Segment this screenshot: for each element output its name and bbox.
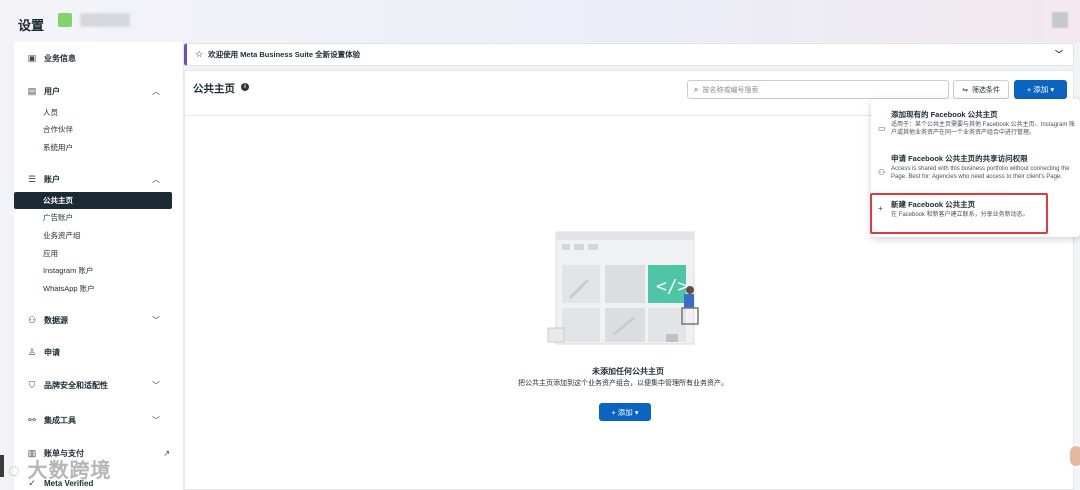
sidebar-item-label: 集成工具 xyxy=(44,415,76,425)
banner-text: 欢迎使用 Meta Business Suite 全新设置体验 xyxy=(208,50,361,59)
support-avatar[interactable] xyxy=(1068,444,1080,468)
sidebar-subitem-people[interactable]: 人员 xyxy=(14,104,172,121)
user-avatar[interactable] xyxy=(1052,12,1068,28)
sidebar-subitem-ad-accounts[interactable]: 广告账户 xyxy=(14,209,172,226)
empty-state-illustration: </> xyxy=(547,231,699,345)
business-name-blurred[interactable] xyxy=(80,13,130,27)
filter-label: 筛选条件 xyxy=(971,86,1000,94)
chevron-up-icon: ︿ xyxy=(152,86,160,96)
menu-item-description: 适用于：某个公共主页需要与其他 Facebook 公共主页、Instagram … xyxy=(891,122,1076,136)
sidebar-subitem-whatsapp[interactable]: WhatsApp 账户 xyxy=(14,280,172,297)
chevron-up-icon: ︿ xyxy=(152,174,160,184)
add-label: 添加 xyxy=(617,407,633,417)
people-icon: ⚇ xyxy=(878,168,886,177)
sidebar-subitem-apps[interactable]: 应用 xyxy=(14,245,172,262)
sidebar-item-integrations[interactable]: ⚯ 集成工具 ﹀ xyxy=(14,407,184,433)
welcome-banner[interactable]: ☆ 欢迎使用 Meta Business Suite 全新设置体验 ﹀ xyxy=(184,43,1074,66)
sidebar-subitem-instagram[interactable]: Instagram 账户 xyxy=(14,262,172,279)
caret-down-icon: ▾ xyxy=(632,407,639,417)
watermark-text: 大数跨境 xyxy=(27,460,112,482)
page-header-title: 设置 xyxy=(18,18,45,33)
sidebar-subitem-partners[interactable]: 合作伙伴 xyxy=(14,121,172,138)
search-icon: ⌕ xyxy=(694,84,699,94)
filter-button[interactable]: ⇋ 筛选条件 xyxy=(953,80,1009,99)
chevron-down-icon: ﹀ xyxy=(152,315,160,325)
page-title: 公共主页 xyxy=(193,83,235,95)
left-edge-marker xyxy=(0,455,4,477)
empty-state-title: 未添加任何公共主页 xyxy=(592,367,664,376)
sidebar-subitem-system-users[interactable]: 系统用户 xyxy=(14,139,172,156)
sidebar-item-users[interactable]: ▤ 用户 ︿ xyxy=(14,78,184,104)
sidebar-subitem-business-asset-groups[interactable]: 业务资产组 xyxy=(14,227,172,244)
chevron-down-icon[interactable]: ﹀ xyxy=(1055,49,1063,60)
folder-icon: ▭ xyxy=(878,124,886,133)
sidebar-item-label: 数据源 xyxy=(44,315,68,325)
search-input[interactable]: ⌕ 按名称或编号搜索 xyxy=(687,80,949,99)
external-link-icon: ↗ xyxy=(163,448,170,458)
menu-item-title: 申请 Facebook 公共主页的共享访问权限 xyxy=(891,154,1028,163)
business-logo[interactable] xyxy=(58,13,72,27)
sidebar-item-label: 账户 xyxy=(44,174,60,184)
info-icon[interactable]: i xyxy=(241,83,249,91)
integrations-icon: ⚯ xyxy=(28,414,36,425)
sidebar-subitem-pages[interactable]: 公共主页 xyxy=(14,192,172,209)
menu-item-description: Access is shared with this business port… xyxy=(891,166,1070,180)
sidebar-item-accounts[interactable]: ☰ 账户 ︿ xyxy=(14,166,184,192)
sidebar-item-label: 申请 xyxy=(44,347,60,357)
add-label: 添加 xyxy=(1033,85,1049,94)
sidebar-item-business-info[interactable]: ▣ 业务信息 xyxy=(14,45,184,71)
filter-icon: ⇋ xyxy=(962,86,968,94)
menu-item-add-existing-page[interactable]: ▭ 添加现有的 Facebook 公共主页 适用于：某个公共主页需要与其他 Fa… xyxy=(871,110,1080,137)
settings-sidebar: ▣ 业务信息 ▤ 用户 ︿ 人员 合作伙伴 系统用户 ☰ 账户 ︿ 公共主页 广… xyxy=(14,42,184,490)
empty-state-description: 把公共主页添加到这个业务资产组合，以便集中管理所有业务资产。 xyxy=(518,380,728,387)
sidebar-item-requests[interactable]: ♙ 申请 xyxy=(14,339,184,365)
watermark: ◌ 大数跨境 xyxy=(8,454,111,483)
sidebar-item-data-sources[interactable]: ⚇ 数据源 ﹀ xyxy=(14,307,184,333)
star-icon: ☆ xyxy=(195,49,204,59)
requests-icon: ♙ xyxy=(27,346,37,357)
menu-item-request-shared-access[interactable]: ⚇ 申请 Facebook 公共主页的共享访问权限 Access is shar… xyxy=(871,154,1080,181)
business-info-icon: ▣ xyxy=(27,52,37,63)
accounts-icon: ☰ xyxy=(27,173,37,184)
users-icon: ▤ xyxy=(27,85,37,96)
caret-down-icon: ▾ xyxy=(1048,85,1055,94)
highlight-box xyxy=(870,193,1048,234)
sidebar-item-label: 业务信息 xyxy=(44,53,76,63)
add-button[interactable]: + 添加 ▾ xyxy=(1014,80,1067,99)
top-header: 设置 xyxy=(0,0,1080,42)
empty-state-add-button[interactable]: + 添加 ▾ xyxy=(599,403,651,421)
data-sources-icon: ⚇ xyxy=(27,314,37,325)
chevron-down-icon: ﹀ xyxy=(152,415,160,425)
search-placeholder: 按名称或编号搜索 xyxy=(702,86,759,94)
sidebar-item-label: 用户 xyxy=(44,86,60,96)
svg-text:</>: </> xyxy=(656,276,689,297)
menu-item-title: 添加现有的 Facebook 公共主页 xyxy=(891,110,998,119)
watermark-logo-icon: ◌ xyxy=(8,460,28,482)
